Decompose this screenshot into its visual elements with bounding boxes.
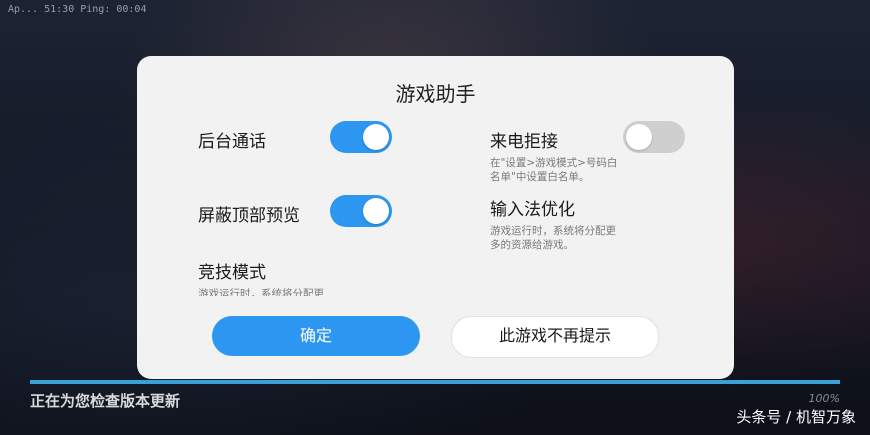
background-call-toggle[interactable] (330, 121, 392, 153)
toggle-knob (363, 124, 389, 150)
description-line: 名单"中设置白名单。 (490, 171, 590, 183)
update-progress-fill (30, 380, 840, 384)
confirm-button[interactable]: 确定 (212, 316, 420, 356)
update-status-text: 正在为您检查版本更新 (30, 392, 181, 410)
dont-remind-button[interactable]: 此游戏不再提示 (451, 316, 659, 358)
setting-description: 游戏运行时，系统将分配更 (198, 287, 348, 296)
setting-description: 在"设置>游戏模式>号码白 名单"中设置白名单。 (490, 156, 640, 184)
toggle-knob (626, 124, 652, 150)
setting-competitive-mode[interactable]: 竞技模式 游戏运行时，系统将分配更 (198, 258, 348, 296)
description-line: 游戏运行时，系统将分配更 (490, 225, 616, 237)
setting-block-top-preview: 屏蔽顶部预览 (198, 201, 300, 226)
toggle-knob (363, 198, 389, 224)
setting-label: 屏蔽顶部预览 (198, 206, 300, 226)
setting-label: 输入法优化 (490, 200, 575, 220)
description-line: 多的资源给游戏。 (490, 239, 574, 251)
setting-background-call: 后台通话 (198, 127, 266, 152)
setting-description: 游戏运行时，系统将分配更 多的资源给游戏。 (490, 224, 640, 252)
update-progress-bar (30, 380, 840, 384)
game-assistant-dialog: 游戏助手 后台通话 来电拒接 在"设置>游戏模式>号码白 名单"中设置白名单。 … (137, 56, 734, 379)
dialog-title: 游戏助手 (395, 82, 476, 106)
status-info: Ap... 51:30 Ping: 00:04 (8, 4, 147, 15)
setting-label: 来电拒接 (490, 132, 558, 152)
setting-input-method-optimization[interactable]: 输入法优化 游戏运行时，系统将分配更 多的资源给游戏。 (490, 195, 640, 252)
block-top-preview-toggle[interactable] (330, 195, 392, 227)
setting-label: 竞技模式 (198, 263, 266, 283)
update-progress-percent: 100% (808, 392, 840, 405)
setting-reject-calls: 来电拒接 在"设置>游戏模式>号码白 名单"中设置白名单。 (490, 127, 640, 184)
description-line: 在"设置>游戏模式>号码白 (490, 157, 618, 169)
description-line: 游戏运行时，系统将分配更 (198, 288, 324, 296)
reject-calls-toggle[interactable] (623, 121, 685, 153)
setting-label: 后台通话 (198, 132, 266, 152)
watermark: 头条号 / 机智万象 (736, 408, 856, 426)
